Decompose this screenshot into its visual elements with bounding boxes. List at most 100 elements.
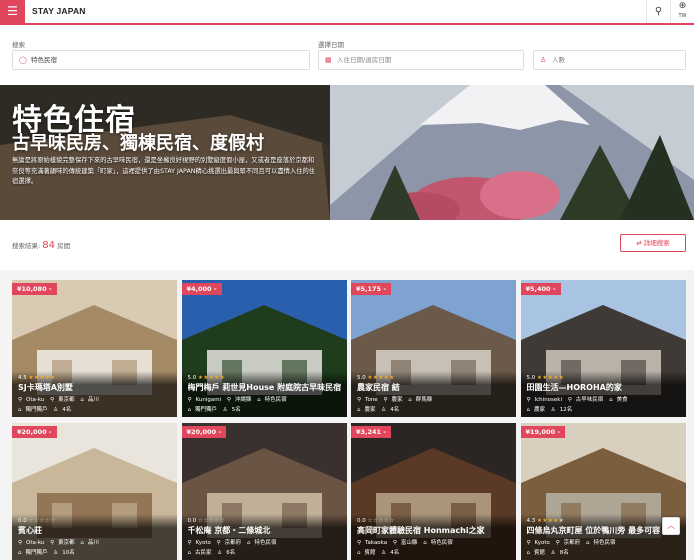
listing-info: 0.0 ☆☆☆☆☆ 千松庵 京都・二條城北 ⚲ Kyoto ⚲ 京都府 ⌂ 特色民宿 …: [181, 514, 347, 560]
star-icon: ★★★★★: [537, 375, 565, 381]
star-icon: ★★★★★: [28, 375, 56, 381]
listing-location: ⚲ Takaoka ⚲ 富山縣 ⌂ 特色民宿: [357, 540, 453, 546]
listing-name[interactable]: 農家民宿 結: [357, 382, 510, 393]
site-logo[interactable]: STAY JAPAN: [32, 6, 86, 16]
hero-description: 無論是將原始樣貌完整保存下來的古早味民宿，還是坐擁良好視野的別墅級度假小屋，又或…: [12, 157, 316, 185]
price-badge: ¥3,241 -: [351, 426, 392, 438]
listing-card[interactable]: ¥5,400 - 5.0 ★★★★★ 田園生活—HOROHA的家 ⚲ Ichino…: [520, 280, 686, 417]
rating-value: 0.0: [187, 518, 197, 524]
listing-info: 5.0 ★★★★★ 田園生活—HOROHA的家 ⚲ Ichinoseki ⚲ 古早味…: [520, 371, 686, 417]
hero-subtitle: 古早味民房、獨棟民宿、度假村: [12, 133, 264, 154]
listing-name[interactable]: 賓心莊: [18, 525, 171, 536]
location-pin-icon: ⚲: [216, 540, 221, 546]
location-pin-icon: ⚲: [18, 540, 23, 546]
detailed-search-button[interactable]: ⇄ 詳細搜索: [620, 234, 686, 252]
hero-banner: 特色住宿 古早味民房、獨棟民宿、度假村 無論是將原始樣貌完整保存下來的古早味民宿…: [0, 85, 694, 220]
listing-info: 5.0 ★★★★★ 農家民宿 結 ⚲ Tone ⚲ 農家 ⌂ 群馬縣 ⌂ 農家 ♙ 4名: [351, 371, 516, 417]
listing-location: ⚲ Kyoto ⚲ 京都府 ⌂ 特色民宿: [526, 540, 616, 546]
star-icon: ★★★★★: [367, 375, 395, 381]
listing-card[interactable]: ¥20,000 - 0.0 ☆☆☆☆☆ 賓心莊 ⚲ Ota-ku ⚲ 東京都 ⌂ 品川…: [12, 423, 177, 560]
filter-icon: ⇄: [636, 239, 642, 247]
tag-icon: ⌂: [609, 397, 613, 403]
listing-info: 5.0 ★★★★★ 梅門梅戶 莉世見House 附庭院古早味民宿 ⚲ Kuniga…: [181, 371, 347, 417]
person-icon: ♙: [217, 550, 223, 556]
person-icon: ♙: [550, 407, 556, 413]
listing-card[interactable]: ¥10,080 - 4.5 ★★★★★ SJ卡瑪塔A別墅 ⚲ Ota-ku ⚲ 東京…: [12, 280, 177, 417]
keyword-value: 特色民宿: [31, 56, 57, 64]
rating: 4.5 ★★★★★: [18, 375, 171, 381]
calendar-icon: ▦: [325, 56, 332, 64]
listing-card[interactable]: ¥5,175 - 5.0 ★★★★★ 農家民宿 結 ⚲ Tone ⚲ 農家 ⌂ 群馬縣…: [351, 280, 516, 417]
person-icon: ♙: [381, 407, 387, 413]
house-icon: ⌂: [18, 407, 22, 413]
listing-name[interactable]: 千松庵 京都・二條城北: [188, 525, 341, 536]
listing-info: 4.3 ★★★★★ 四條烏丸京町屋 位於鴨川旁 最多可容 ⚲ Kyoto ⚲ 京都府…: [520, 514, 686, 560]
listing-location: ⚲ Tone ⚲ 農家 ⌂ 群馬縣: [357, 397, 433, 403]
price-badge: ¥4,000 -: [181, 283, 222, 295]
price-badge: ¥10,080 -: [12, 283, 57, 295]
guests-placeholder: 人數: [552, 56, 565, 64]
house-icon: ⌂: [187, 550, 192, 556]
location-pin-icon: ⚲: [50, 540, 55, 546]
date-input[interactable]: ▦ 入住日期/退房日期: [318, 50, 524, 70]
search-bar: 搜索 ◯ 特色民宿 選擇日期 ▦ 入住日期/退房日期 ♙ 人數: [0, 25, 694, 85]
listing-name[interactable]: 四條烏丸京町屋 位於鴨川旁 最多可容: [527, 525, 680, 536]
rating: 4.3 ★★★★★: [527, 518, 680, 524]
location-pin-icon: ⚲: [555, 540, 560, 546]
listing-tags: ⌂ 賓館 ♙ 8名: [526, 550, 569, 556]
location-pin-icon: ⚲: [187, 540, 192, 546]
results-unit: 房間: [57, 242, 71, 250]
language-selector[interactable]: ⊕ TW: [670, 0, 694, 23]
tag-icon: ⌂: [408, 397, 412, 403]
guests-input[interactable]: ♙ 人數: [533, 50, 686, 70]
price-badge: ¥5,175 -: [351, 283, 392, 295]
rating-value: 5.0: [357, 375, 366, 381]
star-empty-icon: ☆☆☆☆☆: [198, 518, 226, 524]
location-pin-icon: ⚲: [187, 397, 192, 403]
rating-value: 0.0: [357, 518, 366, 524]
tag-icon: ⌂: [80, 397, 84, 403]
listing-tags: ⌂ 獨門獨戶 ♙ 10名: [18, 550, 75, 556]
listing-info: 0.0 ☆☆☆☆☆ 高岡町家體驗民宿 Honmachi之家 ⚲ Takaoka ⚲…: [351, 514, 516, 560]
listing-name[interactable]: 高岡町家體驗民宿 Honmachi之家: [357, 525, 510, 536]
rating: 5.0 ★★★★★: [188, 375, 341, 381]
listing-name[interactable]: SJ卡瑪塔A別墅: [18, 382, 171, 393]
star-empty-icon: ☆☆☆☆☆: [367, 518, 395, 524]
price-badge: ¥20,000 -: [12, 426, 57, 438]
listing-name[interactable]: 田園生活—HOROHA的家: [527, 382, 680, 393]
listing-name[interactable]: 梅門梅戶 莉世見House 附庭院古早味民宿: [188, 382, 341, 393]
location-pin-icon: ⚲: [383, 397, 388, 403]
language-code: TW: [678, 13, 687, 19]
hamburger-icon[interactable]: ☰: [0, 0, 25, 23]
person-icon: ♙: [550, 550, 556, 556]
listing-card[interactable]: ¥19,000 - 4.3 ★★★★★ 四條烏丸京町屋 位於鴨川旁 最多可容 ⚲…: [520, 423, 686, 560]
listing-info: 4.5 ★★★★★ SJ卡瑪塔A別墅 ⚲ Ota-ku ⚲ 東京都 ⌂ 品川 ⌂ 獨門獨…: [12, 371, 177, 417]
rating-value: 5.0: [187, 375, 197, 381]
search-icon[interactable]: ⚲: [646, 0, 670, 23]
listing-location: ⚲ Ota-ku ⚲ 東京都 ⌂ 品川: [18, 540, 99, 546]
listing-card[interactable]: ¥4,000 - 5.0 ★★★★★ 梅門梅戶 莉世見House 附庭院古早味民…: [181, 280, 347, 417]
house-icon: ⌂: [526, 407, 531, 413]
rating-value: 0.0: [18, 518, 27, 524]
keyword-input[interactable]: ◯ 特色民宿: [12, 50, 310, 70]
listing-location: ⚲ Ichinoseki ⚲ 古早味民宿 ⌂ 美食: [526, 397, 628, 403]
location-pin-icon: ◯: [19, 56, 27, 64]
tag-icon: ⌂: [257, 397, 261, 403]
rating: 0.0 ☆☆☆☆☆: [188, 518, 341, 524]
price-badge: ¥19,000 -: [520, 426, 566, 438]
house-icon: ⌂: [357, 550, 361, 556]
location-pin-icon: ⚲: [357, 540, 362, 546]
scroll-to-top-button[interactable]: ︿: [662, 517, 680, 535]
rating: 5.0 ★★★★★: [357, 375, 510, 381]
tag-icon: ⌂: [246, 540, 251, 546]
chevron-up-icon: ︿: [667, 521, 675, 530]
rating-value: 4.5: [18, 375, 27, 381]
listing-card[interactable]: ¥20,000 - 0.0 ☆☆☆☆☆ 千松庵 京都・二條城北 ⚲ Kyoto ⚲…: [181, 423, 347, 560]
location-pin-icon: ⚲: [392, 540, 397, 546]
rating: 5.0 ★★★★★: [527, 375, 680, 381]
globe-icon: ⊕: [678, 1, 687, 11]
listing-card[interactable]: ¥3,241 - 0.0 ☆☆☆☆☆ 高岡町家體驗民宿 Honmachi之家 ⚲…: [351, 423, 516, 560]
listing-location: ⚲ Ota-ku ⚲ 東京都 ⌂ 品川: [18, 397, 99, 403]
listing-location: ⚲ Kyoto ⚲ 京都府 ⌂ 特色民宿: [187, 540, 277, 546]
listing-tags: ⌂ 農家 ♙ 4名: [357, 407, 400, 413]
